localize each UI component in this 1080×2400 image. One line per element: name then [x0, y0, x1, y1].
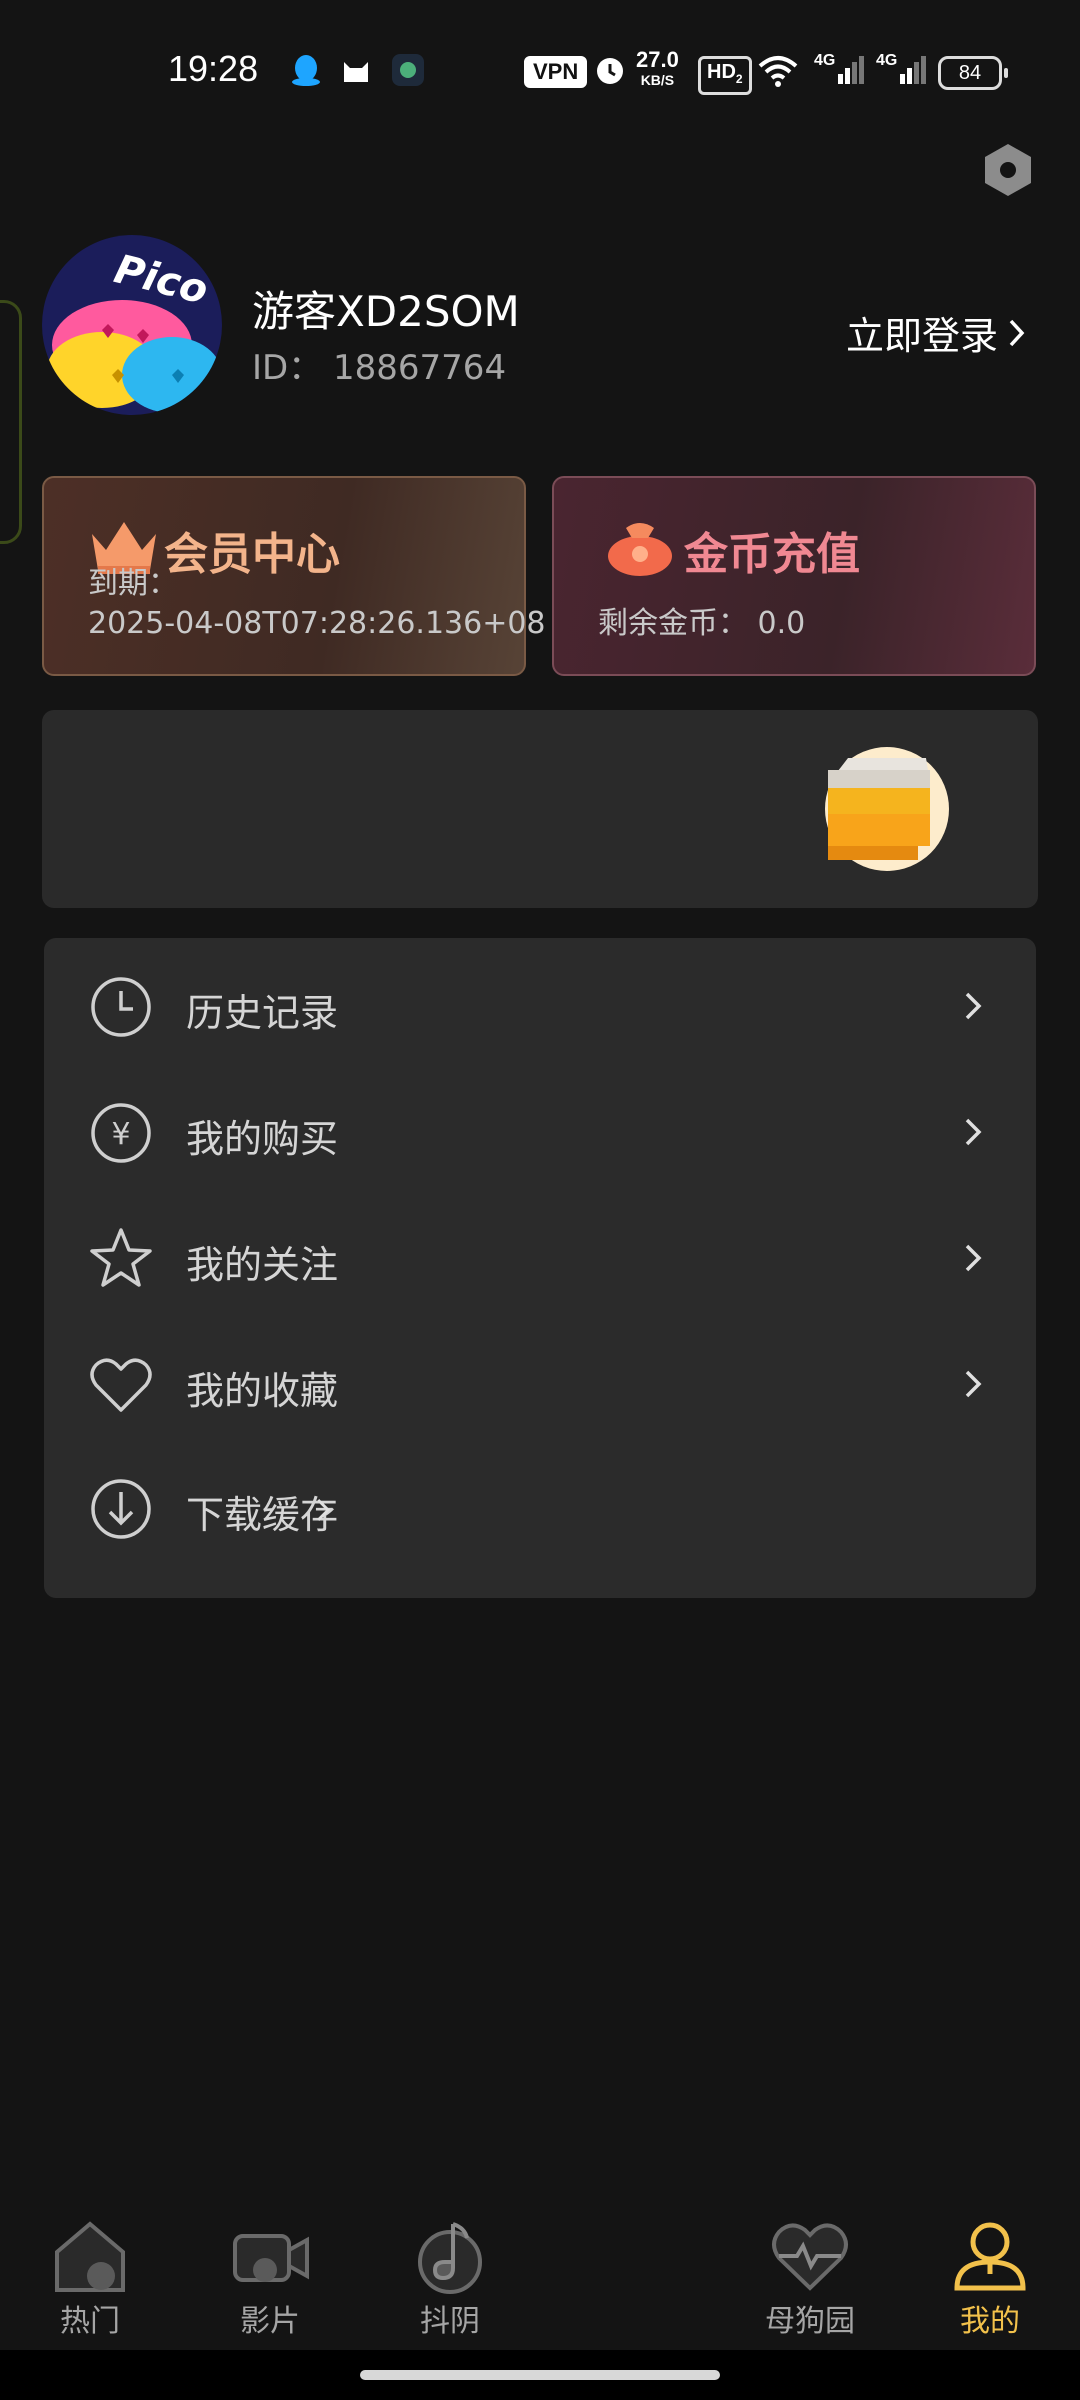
chevron-right-icon [965, 992, 982, 1020]
user-icon [954, 2222, 1026, 2291]
tab-hot[interactable]: 热门 [30, 2218, 150, 2339]
clock-icon [91, 977, 151, 1037]
login-link[interactable]: 立即登录 [846, 305, 1028, 360]
vip-expire-value: 2025-04-08T07:28:26.136+08 [88, 606, 546, 641]
home-indicator[interactable] [360, 2370, 720, 2380]
video-icon [233, 2234, 309, 2282]
status-bar: 19:28 VPN 27.0 KB/S HD2 4G 4G 84 [0, 0, 1080, 130]
chevron-right-icon [317, 1498, 331, 1522]
side-drawer-handle[interactable] [0, 300, 22, 544]
signal1-icon [838, 56, 864, 84]
menu-item-follows[interactable]: 我的关注 [44, 1196, 1036, 1322]
tab-shorts[interactable]: 抖阴 [390, 2218, 510, 2339]
speed-unit: KB/S [640, 72, 675, 88]
cat-icon [344, 62, 368, 82]
tab-label: 抖阴 [420, 2304, 480, 2339]
avatar[interactable]: Pico [42, 235, 222, 415]
treasure-box-icon [825, 747, 949, 871]
tab-mine[interactable]: 我的 [930, 2218, 1050, 2339]
menu-item-favorites[interactable]: 我的收藏 [44, 1322, 1036, 1448]
bottom-tab-bar: 热门 影片 抖阴 母狗园 我的 [0, 2200, 1080, 2350]
vip-expire-label: 到期： [88, 566, 178, 601]
alarm-icon [597, 58, 623, 84]
menu-list: 历史记录 ¥ 我的购买 我的关注 我的收藏 下载缓存 [44, 938, 1036, 1598]
heart-icon [90, 1358, 152, 1412]
speed-value: 27.0 [636, 47, 679, 72]
menu-item-history[interactable]: 历史记录 [44, 944, 1036, 1070]
qq-icon [292, 55, 320, 86]
battery-indicator: 84 [938, 56, 1008, 90]
tab-community[interactable]: 母狗园 [750, 2218, 870, 2339]
signal2-icon [900, 56, 926, 84]
tab-label: 影片 [240, 2304, 300, 2339]
coin-recharge-card[interactable]: 金币充值 剩余金币： 0.0 [552, 476, 1036, 676]
menu-label: 我的收藏 [186, 1369, 339, 1413]
promo-banner[interactable] [42, 710, 1038, 908]
chevron-right-icon [965, 1244, 982, 1272]
menu-label: 我的关注 [186, 1243, 339, 1287]
hd-sub: 2 [735, 72, 743, 86]
network-speed: 27.0 KB/S [636, 47, 679, 90]
coin-title: 金币充值 [684, 529, 860, 580]
coin-balance: 剩余金币： 0.0 [598, 606, 806, 641]
app-shield-icon [392, 54, 424, 86]
download-icon [91, 1479, 151, 1539]
tab-label: 母狗园 [765, 2304, 855, 2339]
hd-badge: HD2 [698, 56, 752, 95]
star-icon [90, 1228, 152, 1287]
menu-label: 历史记录 [186, 991, 339, 1035]
wifi-icon [758, 56, 798, 87]
login-label: 立即登录 [846, 314, 999, 358]
yen-icon: ¥ [91, 1103, 151, 1163]
menu-label: 我的购买 [186, 1117, 339, 1161]
home-icon [55, 2221, 125, 2292]
menu-item-downloads[interactable]: 下载缓存 [44, 1446, 1036, 1572]
tab-label: 热门 [60, 2304, 120, 2339]
heart-pulse-icon [772, 2223, 848, 2291]
settings-icon[interactable] [978, 140, 1038, 200]
chevron-right-icon [965, 1370, 982, 1398]
vip-expire: 到期： 2025-04-08T07:28:26.136+08 [88, 564, 546, 644]
chevron-right-icon [965, 1118, 982, 1146]
status-time: 19:28 [168, 48, 259, 89]
menu-item-purchases[interactable]: ¥ 我的购买 [44, 1070, 1036, 1196]
chevron-right-icon [1009, 319, 1025, 346]
vip-center-card[interactable]: 会员中心 到期： 2025-04-08T07:28:26.136+08 [42, 476, 546, 676]
money-bag-icon [608, 523, 672, 576]
music-icon [418, 2222, 482, 2294]
username: 游客XD2SOM [252, 287, 520, 336]
tab-label: 我的 [960, 2304, 1020, 2339]
hd-text: HD [707, 61, 736, 83]
tab-movies[interactable]: 影片 [210, 2218, 330, 2339]
vpn-badge: VPN [524, 56, 588, 88]
user-id: ID： 18867764 [252, 348, 507, 388]
svg-text:¥: ¥ [111, 1117, 130, 1152]
